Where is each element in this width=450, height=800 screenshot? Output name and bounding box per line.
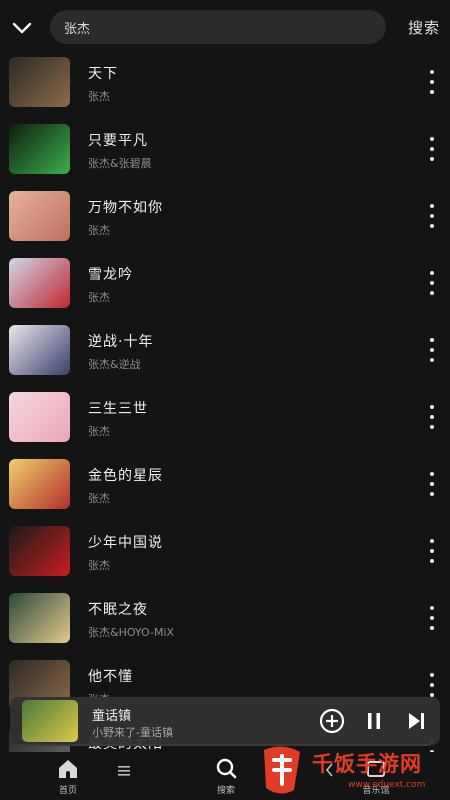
song-row[interactable]: 少年中国说 张杰 bbox=[0, 517, 450, 584]
song-list: 天下 张杰 只要平凡 张杰&张碧晨 万物不如你 张杰 雪龙吟 张杰 逆战·十年 张杰&逆战 三生三世… bbox=[0, 48, 450, 758]
song-cover[interactable] bbox=[9, 191, 70, 241]
song-cover[interactable] bbox=[9, 526, 70, 576]
song-title: 三生三世 bbox=[88, 401, 148, 417]
home-icon bbox=[59, 760, 77, 778]
song-artist: 张杰 bbox=[88, 291, 110, 304]
song-title: 万物不如你 bbox=[88, 200, 163, 216]
mini-player-subtitle: 小野来了-童话镇 bbox=[92, 726, 173, 739]
watermark-logo bbox=[264, 746, 300, 794]
song-artist: 张杰 bbox=[88, 90, 110, 103]
watermark-text: 千饭手游网 bbox=[312, 752, 422, 776]
more-options-icon[interactable] bbox=[426, 606, 438, 630]
more-options-icon[interactable] bbox=[426, 70, 438, 94]
song-artist: 张杰 bbox=[88, 492, 110, 505]
add-to-playlist-icon[interactable] bbox=[318, 707, 346, 735]
more-options-icon[interactable] bbox=[426, 338, 438, 362]
search-button[interactable]: 搜索 bbox=[408, 17, 440, 38]
song-row[interactable]: 金色的星辰 张杰 bbox=[0, 450, 450, 517]
song-cover[interactable] bbox=[9, 325, 70, 375]
more-options-icon[interactable] bbox=[426, 472, 438, 496]
more-options-icon[interactable] bbox=[426, 673, 438, 697]
song-row[interactable]: 逆战·十年张杰&逆战 bbox=[0, 316, 450, 383]
song-title: 逆战·十年 bbox=[88, 334, 154, 350]
mini-player-title: 童话镇 bbox=[92, 709, 132, 724]
tab-menu[interactable] bbox=[84, 752, 164, 800]
song-row[interactable]: 不眠之夜张杰&HOYO-MiX bbox=[0, 584, 450, 651]
more-options-icon[interactable] bbox=[426, 271, 438, 295]
song-title: 不眠之夜 bbox=[88, 602, 148, 618]
pause-icon[interactable] bbox=[362, 709, 386, 733]
song-row[interactable]: 只要平凡张杰&张碧晨 bbox=[0, 115, 450, 182]
song-title: 他不懂 bbox=[88, 669, 133, 685]
collapse-button[interactable] bbox=[8, 14, 36, 42]
song-artist: 张杰&逆战 bbox=[88, 358, 141, 371]
song-cover[interactable] bbox=[9, 57, 70, 107]
song-cover[interactable] bbox=[9, 459, 70, 509]
song-title: 天下 bbox=[88, 66, 118, 82]
song-row[interactable]: 三生三世 张杰 bbox=[0, 383, 450, 450]
mini-player[interactable]: 童话镇 小野来了-童话镇 bbox=[10, 697, 440, 745]
more-options-icon[interactable] bbox=[426, 204, 438, 228]
song-artist: 张杰&HOYO-MiX bbox=[88, 626, 175, 639]
song-cover[interactable] bbox=[9, 593, 70, 643]
song-row[interactable]: 雪龙吟 张杰 bbox=[0, 249, 450, 316]
song-cover[interactable] bbox=[9, 124, 70, 174]
search-icon bbox=[216, 758, 237, 779]
song-row[interactable]: 天下 张杰 bbox=[0, 48, 450, 115]
song-artist: 张杰 bbox=[88, 224, 110, 237]
watermark: 千饭手游网 www.eduext.com bbox=[250, 740, 450, 800]
watermark-url: www.eduext.com bbox=[348, 780, 426, 790]
song-title: 少年中国说 bbox=[88, 535, 163, 551]
song-cover[interactable] bbox=[9, 258, 70, 308]
next-track-icon[interactable] bbox=[404, 709, 428, 733]
song-row[interactable]: 万物不如你 张杰 bbox=[0, 182, 450, 249]
song-title: 雪龙吟 bbox=[88, 267, 133, 283]
song-artist: 张杰 bbox=[88, 425, 110, 438]
song-artist: 张杰 bbox=[88, 559, 110, 572]
song-title: 金色的星辰 bbox=[88, 468, 163, 484]
search-field[interactable] bbox=[50, 10, 386, 44]
song-artist: 张杰&张碧晨 bbox=[88, 157, 152, 170]
menu-icon bbox=[118, 766, 130, 776]
more-options-icon[interactable] bbox=[426, 539, 438, 563]
song-cover[interactable] bbox=[9, 392, 70, 442]
mini-player-cover[interactable] bbox=[22, 700, 78, 742]
song-title: 只要平凡 bbox=[88, 133, 148, 149]
search-input[interactable] bbox=[64, 19, 386, 35]
more-options-icon[interactable] bbox=[426, 405, 438, 429]
more-options-icon[interactable] bbox=[426, 137, 438, 161]
chevron-down-icon bbox=[12, 22, 32, 34]
